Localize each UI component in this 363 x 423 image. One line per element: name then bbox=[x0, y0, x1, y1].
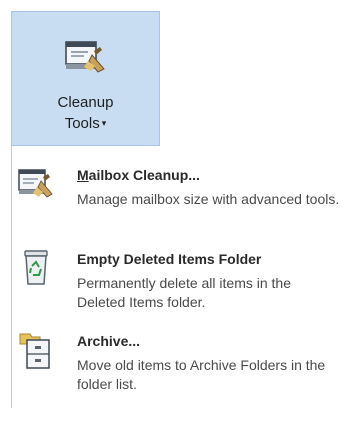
menu-item-mailbox-cleanup[interactable]: Mailbox Cleanup... Manage mailbox size w… bbox=[12, 160, 350, 246]
archive-icon bbox=[19, 333, 50, 369]
mailbox-cleanup-icon bbox=[65, 41, 105, 73]
empty-deleted-items-title: Empty Deleted Items Folder bbox=[77, 251, 261, 267]
mailbox-cleanup-icon bbox=[18, 169, 53, 198]
mailbox-cleanup-title: Mailbox Cleanup... bbox=[77, 167, 200, 183]
archive-title-text: Archive... bbox=[77, 333, 141, 349]
menu-item-archive[interactable]: Archive... Move old items to Archive Fol… bbox=[12, 326, 350, 412]
cleanup-tools-label-line1: Cleanup bbox=[57, 94, 114, 111]
cleanup-tools-button[interactable]: Cleanup Tools ▾ bbox=[11, 11, 160, 146]
outlook-cleanup-tools-page: Cleanup Tools ▾ Mailbox Cleanup... Manage… bbox=[0, 0, 363, 423]
mailbox-cleanup-title-text: ailbox Cleanup... bbox=[88, 167, 200, 183]
cleanup-tools-label-line2: Tools ▾ bbox=[12, 114, 159, 133]
mailbox-cleanup-accel: M bbox=[77, 167, 89, 183]
archive-title: Archive... bbox=[77, 333, 140, 349]
cleanup-tools-label-text: Tools bbox=[64, 115, 100, 132]
cleanup-tools-menu: Mailbox Cleanup... Manage mailbox size w… bbox=[11, 146, 351, 408]
mailbox-cleanup-description: Manage mailbox size with advanced tools. bbox=[77, 191, 340, 207]
empty-deleted-items-description: Permanently delete all items in the Dele… bbox=[77, 275, 291, 310]
empty-deleted-items-title-text: Empty Deleted Items Folder bbox=[77, 251, 262, 267]
chevron-down-icon: ▾ bbox=[101, 118, 107, 128]
menu-item-empty-deleted-items[interactable]: Empty Deleted Items Folder Permanently d… bbox=[12, 244, 350, 330]
archive-description: Move old items to Archive Folders in the… bbox=[77, 357, 326, 392]
recycle-bin-icon bbox=[24, 250, 48, 285]
